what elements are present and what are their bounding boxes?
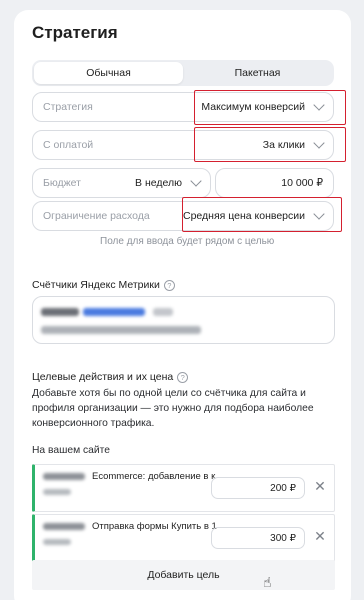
goal-item: Ecommerce: добавление в к 200 ₽ ✕ (32, 464, 335, 512)
redacted-counter-id (41, 308, 79, 316)
page-title: Стратегия (32, 23, 118, 42)
chevron-down-icon (313, 99, 325, 111)
redacted-goal-id (43, 523, 85, 530)
chevron-down-icon (313, 137, 325, 149)
strategy-select-value: Максимум конверсий (201, 101, 305, 113)
redacted-goal-id (43, 473, 85, 480)
goals-section-title: Целевые действия и их цена ? (32, 371, 189, 383)
budget-amount-input[interactable]: 10 000 ₽ (215, 168, 334, 198)
spend-limit-select[interactable]: Ограничение расхода Средняя цена конверс… (32, 201, 334, 231)
budget-amount-value: 10 000 ₽ (281, 177, 323, 189)
spend-limit-value: Средняя цена конверсии (182, 210, 305, 222)
goal-price-input[interactable]: 300 ₽ (211, 527, 305, 549)
tab-regular[interactable]: Обычная (34, 62, 183, 84)
close-icon[interactable]: ✕ (314, 479, 326, 493)
goal-name: Отправка формы Купить в 1 (92, 521, 217, 532)
redacted-goal-meta (43, 539, 71, 545)
chevron-down-icon (313, 208, 325, 220)
metrika-title-text: Счётчики Яндекс Метрики (32, 279, 160, 291)
payment-select-value: За клики (262, 139, 305, 151)
redacted-counter-link[interactable] (83, 308, 145, 316)
hand-cursor-icon: ☝ (263, 574, 272, 590)
goals-title-text: Целевые действия и их цена (32, 371, 174, 383)
redacted-counter-remove[interactable] (153, 308, 173, 316)
question-circle-icon[interactable]: ? (177, 371, 189, 383)
budget-period-value: В неделю (135, 177, 182, 189)
metrika-section-title: Счётчики Яндекс Метрики ? (32, 279, 175, 291)
spend-limit-placeholder: Ограничение расхода (43, 210, 150, 222)
strategy-select-placeholder: Стратегия (43, 101, 93, 113)
on-site-label: На вашем сайте (32, 445, 110, 456)
question-circle-icon[interactable]: ? (163, 279, 175, 291)
chevron-down-icon (190, 175, 202, 187)
add-goal-button[interactable]: Добавить цель (32, 560, 335, 590)
strategy-mode-switch: Обычная Пакетная (32, 60, 334, 86)
tab-package[interactable]: Пакетная (183, 62, 332, 84)
goal-item: Отправка формы Купить в 1 300 ₽ ✕ (32, 514, 335, 562)
goals-description: Добавьте хотя бы по одной цели со счётчи… (32, 388, 314, 429)
close-icon[interactable]: ✕ (314, 529, 326, 543)
payment-select-placeholder: С оплатой (43, 139, 94, 151)
redacted-counter-description (41, 326, 201, 334)
metrika-counter-select[interactable] (32, 296, 335, 344)
strategy-select[interactable]: Стратегия Максимум конверсий (32, 92, 334, 122)
budget-period-select[interactable]: Бюджет В неделю (32, 168, 211, 198)
budget-placeholder: Бюджет (43, 177, 81, 189)
limit-hint: Поле для ввода будет рядом с целью (100, 236, 275, 247)
goal-name: Ecommerce: добавление в к (92, 471, 216, 482)
redacted-goal-meta (43, 489, 71, 495)
goal-price-input[interactable]: 200 ₽ (211, 477, 305, 499)
payment-select[interactable]: С оплатой За клики (32, 130, 334, 160)
